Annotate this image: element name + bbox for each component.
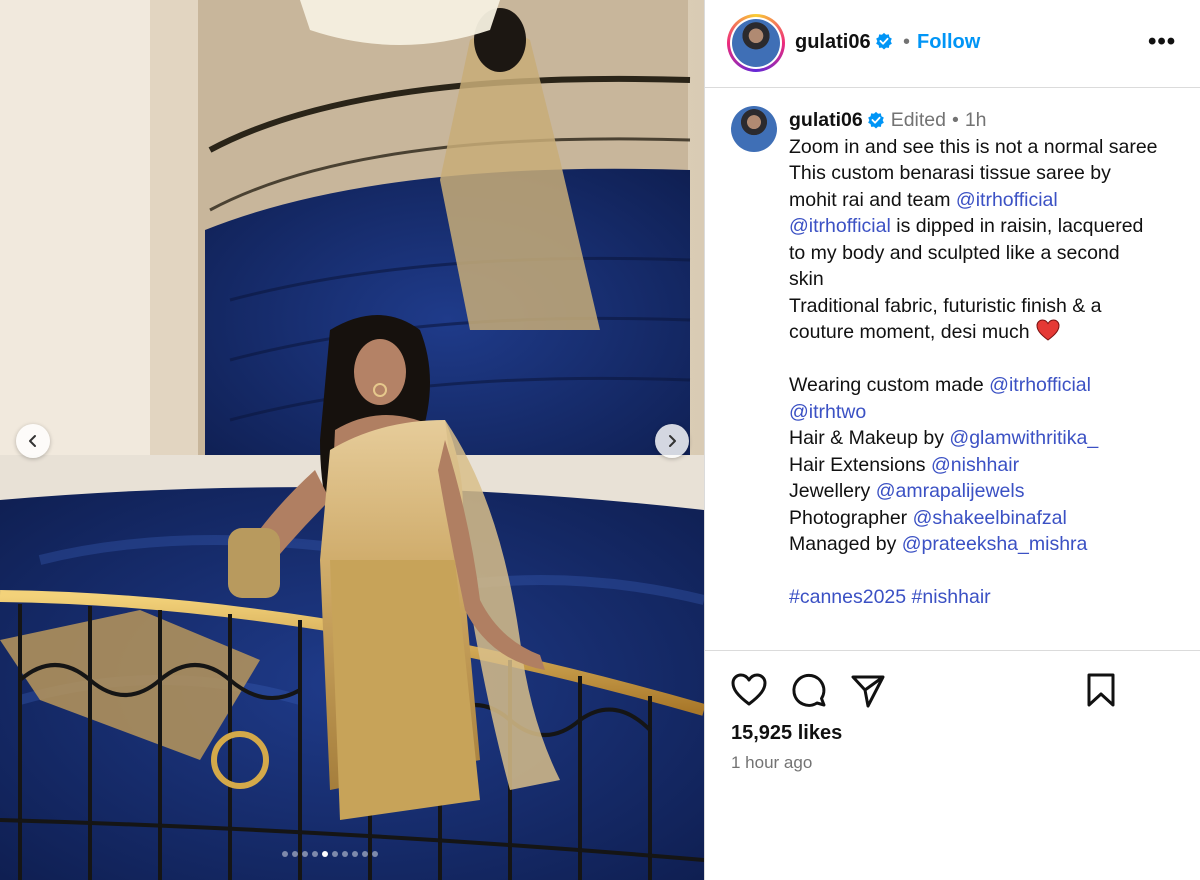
caption-line: Photographer @shakeelbinafzal	[789, 505, 1189, 532]
caption-line: skin	[789, 266, 1189, 293]
hashtag-link[interactable]: #cannes2025	[789, 586, 906, 608]
caption-line: This custom benarasi tissue saree by	[789, 160, 1189, 187]
caption-text-segment: This custom benarasi tissue saree by	[789, 162, 1111, 184]
caption-text-segment: Hair Extensions	[789, 453, 931, 476]
mention-link[interactable]: @itrhofficial	[989, 374, 1091, 396]
next-image-button[interactable]	[655, 424, 689, 458]
caption-text-segment: Jewellery	[789, 480, 876, 502]
carousel-dot	[362, 851, 368, 857]
mention-link[interactable]: @amrapalijewels	[876, 480, 1025, 502]
caption-text-segment: is dipped in raisin, lacquered	[890, 215, 1144, 237]
caption-text-segment: to my body and sculpted like a second	[789, 241, 1120, 264]
caption-text-segment: Traditional fabric, futuristic finish & …	[789, 294, 1102, 317]
follow-button[interactable]: Follow	[917, 31, 980, 54]
caption-line: Hair & Makeup by @glamwithritika_	[789, 425, 1189, 452]
save-button[interactable]	[1086, 673, 1116, 707]
caption-line: Zoom in and see this is not a normal sar…	[789, 134, 1189, 161]
caption-body: gulati06 Edited • 1h Zoom in and see thi…	[789, 107, 1189, 611]
caption-line: #cannes2025 #nishhair	[789, 584, 1189, 611]
post-media[interactable]	[0, 0, 704, 880]
chevron-right-icon	[669, 435, 676, 447]
carousel-indicator	[282, 851, 378, 857]
caption-text: Zoom in and see this is not a normal sar…	[789, 134, 1189, 611]
caption-text-segment: Zoom in and see this is not a normal sar…	[789, 135, 1158, 158]
mention-link[interactable]: @itrhtwo	[789, 401, 866, 423]
carousel-dot	[322, 851, 328, 857]
caption-line: Managed by @prateeksha_mishra	[789, 531, 1189, 558]
post-photo	[0, 0, 704, 880]
carousel-dot	[332, 851, 338, 857]
carousel-dot	[292, 851, 298, 857]
carousel-dot	[282, 851, 288, 857]
header-username[interactable]: gulati06	[795, 31, 893, 54]
caption-text-segment: couture moment, desi much	[789, 321, 1030, 343]
caption-text-segment: Wearing custom made	[789, 374, 990, 396]
header-separator: •	[903, 31, 911, 53]
caption-line: mohit rai and team @itrhofficial	[789, 187, 1189, 214]
mention-link[interactable]: @glamwithritika_	[949, 427, 1098, 449]
post-timestamp[interactable]: 1 hour ago	[731, 753, 812, 773]
caption-line	[789, 558, 1189, 585]
more-options-button[interactable]: •••	[1148, 28, 1176, 56]
red-heart-emoji-icon	[1036, 319, 1060, 341]
post-actions: 15,925 likes 1 hour ago	[705, 650, 1200, 880]
caption-line: @itrhofficial is dipped in raisin, lacqu…	[789, 213, 1189, 240]
caption-separator: •	[951, 109, 959, 131]
caption-text-segment: Hair & Makeup by	[789, 427, 950, 449]
comment-bubble-icon	[792, 673, 826, 707]
caption-text-segment: skin	[789, 268, 824, 290]
avatar	[731, 106, 777, 152]
mention-link[interactable]: @itrhofficial	[789, 215, 891, 237]
carousel-dot	[302, 851, 308, 857]
avatar	[732, 19, 780, 67]
caption-line: Wearing custom made @itrhofficial	[789, 372, 1189, 399]
mention-link[interactable]: @itrhofficial	[956, 189, 1058, 211]
paper-plane-icon	[851, 675, 885, 708]
chevron-left-icon	[29, 435, 36, 447]
bookmark-icon	[1087, 673, 1115, 707]
caption-line: @itrhtwo	[789, 399, 1189, 426]
caption-line: couture moment, desi much	[789, 319, 1189, 346]
username-text[interactable]: gulati06	[795, 31, 871, 53]
caption-time[interactable]: 1h	[965, 107, 987, 134]
carousel-dot	[312, 851, 318, 857]
caption-line	[789, 346, 1189, 373]
edited-label: Edited	[890, 109, 946, 131]
caption-line: Traditional fabric, futuristic finish & …	[789, 293, 1189, 320]
caption-text-segment: Managed by	[789, 533, 902, 555]
story-ring[interactable]	[727, 14, 785, 72]
caption-username[interactable]: gulati06	[789, 107, 863, 134]
like-button[interactable]	[731, 673, 767, 707]
post-header: gulati06 • Follow •••	[705, 0, 1200, 88]
verified-badge-icon	[867, 112, 884, 129]
caption-section: gulati06 Edited • 1h Zoom in and see thi…	[705, 89, 1200, 649]
heart-outline-icon	[731, 673, 767, 706]
caption-line: Jewellery @amrapalijewels	[789, 478, 1189, 505]
carousel-dot	[372, 851, 378, 857]
caption-avatar-link[interactable]	[731, 106, 777, 152]
share-button[interactable]	[850, 673, 886, 709]
carousel-dot	[342, 851, 348, 857]
carousel-dot	[352, 851, 358, 857]
verified-badge-icon	[875, 32, 892, 50]
hashtag-link[interactable]: #nishhair	[912, 586, 991, 608]
caption-header: gulati06 Edited • 1h	[789, 107, 1189, 134]
likes-count[interactable]: 15,925 likes	[731, 722, 842, 745]
mention-link[interactable]: @shakeelbinafzal	[913, 507, 1067, 529]
caption-line: Hair Extensions @nishhair	[789, 452, 1189, 479]
previous-image-button[interactable]	[16, 424, 50, 458]
comment-button[interactable]	[791, 673, 827, 709]
caption-line: to my body and sculpted like a second	[789, 240, 1189, 267]
mention-link[interactable]: @prateeksha_mishra	[902, 533, 1088, 555]
caption-text-segment: Photographer	[789, 506, 913, 529]
caption-text-segment: mohit rai and team	[789, 188, 956, 211]
mention-link[interactable]: @nishhair	[931, 454, 1019, 476]
